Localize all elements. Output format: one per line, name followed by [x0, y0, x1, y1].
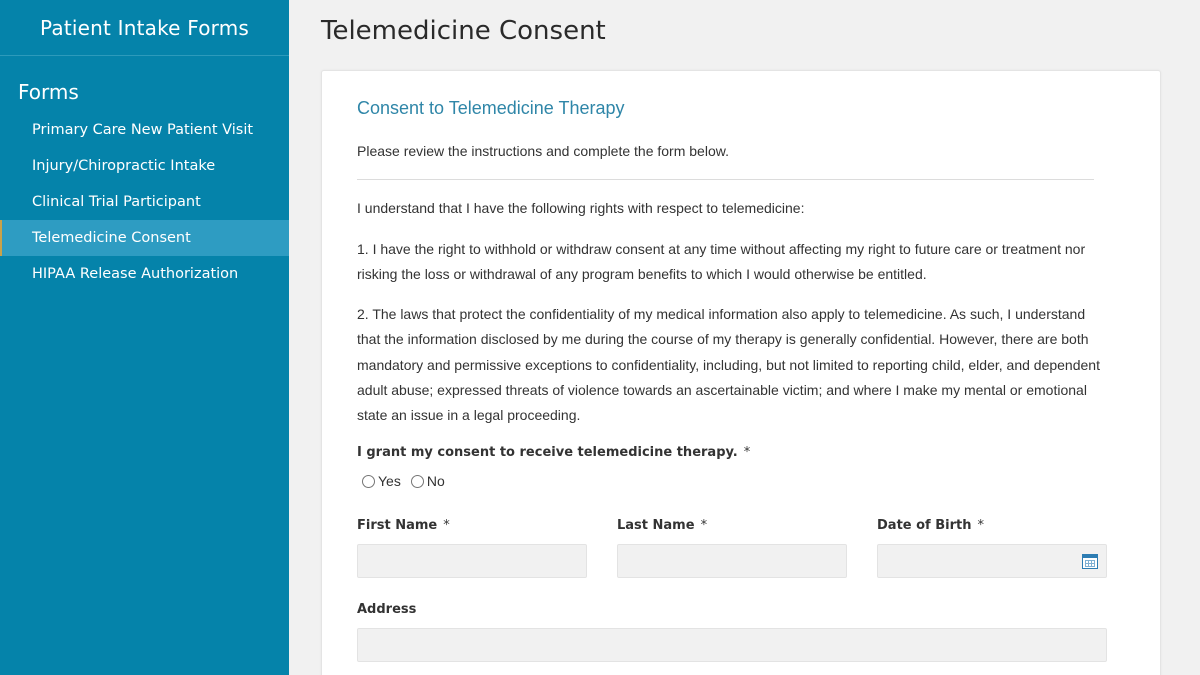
sidebar-item-clinical-trial[interactable]: Clinical Trial Participant: [0, 184, 289, 220]
rights-item-1: 1. I have the right to withhold or withd…: [357, 241, 1086, 283]
last-name-label-text: Last Name: [617, 518, 695, 533]
form-title: Consent to Telemedicine Therapy: [357, 98, 625, 118]
sidebar: Patient Intake Forms Forms Primary Care …: [0, 0, 289, 675]
first-name-label: First Name *: [357, 518, 450, 533]
sidebar-item-telemedicine-consent[interactable]: Telemedicine Consent: [0, 220, 289, 256]
required-marker: *: [977, 518, 984, 533]
consent-question-text: I grant my consent to receive telemedici…: [357, 445, 738, 460]
main-content: Telemedicine Consent Consent to Telemedi…: [289, 0, 1200, 675]
sidebar-item-hipaa-release[interactable]: HIPAA Release Authorization: [0, 256, 289, 292]
required-marker: *: [700, 518, 708, 533]
form-instructions: Please review the instructions and compl…: [357, 143, 729, 159]
consent-radio-group: Yes No: [362, 473, 455, 489]
consent-no-label[interactable]: No: [427, 473, 445, 489]
consent-no-radio[interactable]: [410, 474, 424, 488]
required-marker: *: [743, 445, 751, 460]
rights-item-2: 2. The laws that protect the confidentia…: [357, 306, 1100, 424]
app-title: Patient Intake Forms: [0, 0, 289, 56]
required-marker: *: [443, 518, 450, 533]
dob-input[interactable]: [877, 544, 1107, 578]
form-card: Consent to Telemedicine Therapy Please r…: [321, 70, 1161, 675]
address-label: Address: [357, 602, 417, 617]
sidebar-heading: Forms: [18, 80, 79, 104]
page-title: Telemedicine Consent: [321, 16, 606, 46]
consent-question: I grant my consent to receive telemedici…: [357, 445, 750, 460]
dob-label: Date of Birth *: [877, 518, 984, 533]
consent-yes-radio[interactable]: [362, 474, 375, 488]
last-name-label: Last Name *: [617, 518, 707, 533]
sidebar-nav: Primary Care New Patient Visit Injury/Ch…: [0, 112, 289, 292]
rights-intro: I understand that I have the following r…: [357, 200, 805, 216]
divider: [357, 179, 1094, 180]
dob-label-text: Date of Birth: [877, 518, 972, 533]
address-input[interactable]: [357, 628, 1107, 662]
first-name-input[interactable]: [357, 544, 587, 578]
consent-yes-label[interactable]: Yes: [378, 473, 401, 489]
sidebar-item-primary-care[interactable]: Primary Care New Patient Visit: [0, 112, 289, 148]
sidebar-item-injury-chiropractic[interactable]: Injury/Chiropractic Intake: [0, 148, 289, 184]
calendar-icon[interactable]: [1082, 554, 1098, 569]
last-name-input[interactable]: [617, 544, 847, 578]
first-name-label-text: First Name: [357, 518, 438, 533]
